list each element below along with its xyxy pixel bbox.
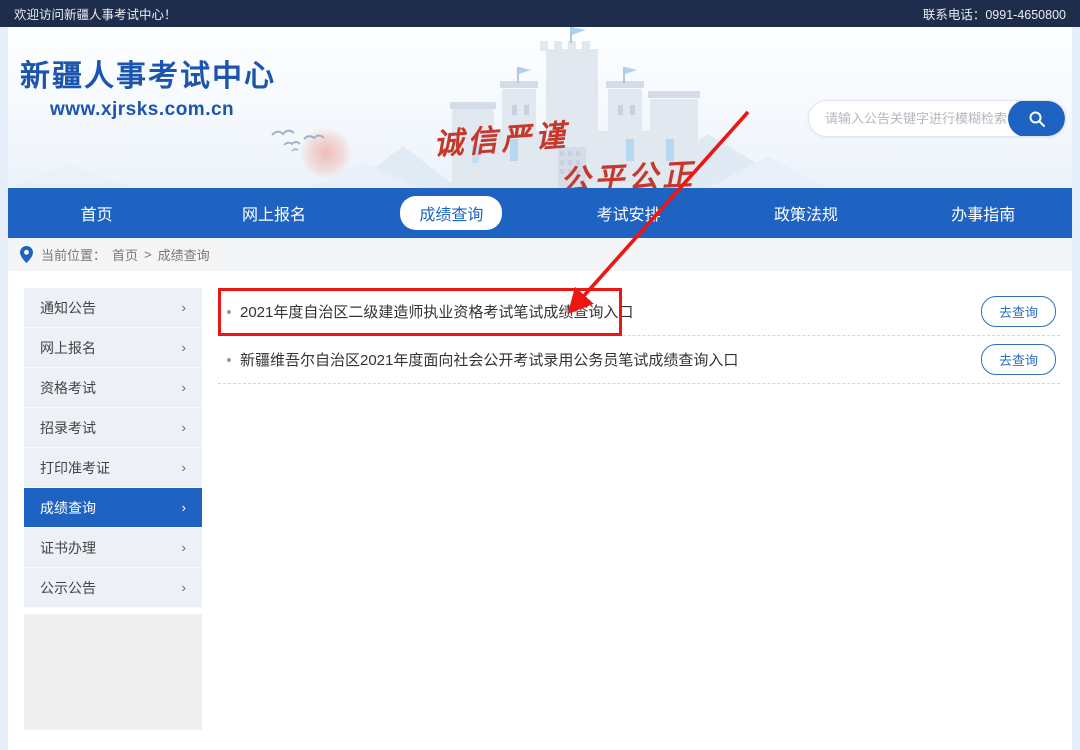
sidebar-item-public-announcements[interactable]: 公示公告 › xyxy=(24,568,202,608)
go-query-button[interactable]: 去查询 xyxy=(981,296,1056,327)
nav-active-pill: 成绩查询 xyxy=(400,196,502,230)
chevron-right-icon: › xyxy=(182,500,186,515)
nav-item-score-inquiry[interactable]: 成绩查询 xyxy=(363,188,540,238)
chevron-right-icon: › xyxy=(182,460,186,475)
nav-item-service-guide[interactable]: 办事指南 xyxy=(895,188,1072,238)
chevron-right-icon: › xyxy=(182,540,186,555)
search-input[interactable] xyxy=(809,111,1008,126)
announcement-link-erjian[interactable]: 2021年度自治区二级建造师执业资格考试笔试成绩查询入口 xyxy=(240,301,633,322)
birds-icon xyxy=(270,117,340,157)
breadcrumb-separator: > xyxy=(144,247,152,262)
nav-item-online-registration[interactable]: 网上报名 xyxy=(185,188,362,238)
site-header: 新疆人事考试中心 www.xjrsks.com.cn 诚信严谨 公平公正 xyxy=(8,27,1072,188)
sidebar-filler xyxy=(24,614,202,730)
chevron-right-icon: › xyxy=(182,340,186,355)
slogan-right: 公平公正 xyxy=(559,149,697,188)
breadcrumb-current: 成绩查询 xyxy=(158,245,210,264)
bullet-icon xyxy=(227,358,231,362)
sidebar-item-recruitment-exams[interactable]: 招录考试 › xyxy=(24,408,202,448)
sidebar-item-notices[interactable]: 通知公告 › xyxy=(24,288,202,328)
breadcrumb-home[interactable]: 首页 xyxy=(112,245,138,264)
chevron-right-icon: › xyxy=(182,420,186,435)
chevron-right-icon: › xyxy=(182,300,186,315)
search-button[interactable] xyxy=(1008,100,1065,137)
sidebar-item-print-admission-ticket[interactable]: 打印准考证 › xyxy=(24,448,202,488)
main-nav: 首页 网上报名 成绩查询 考试安排 政策法规 办事指南 xyxy=(8,188,1072,238)
breadcrumb: 当前位置： 首页 > 成绩查询 xyxy=(8,238,1072,271)
announcement-link-civil-servant[interactable]: 新疆维吾尔自治区2021年度面向社会公开考试录用公务员笔试成绩查询入口 xyxy=(240,349,738,370)
list-item: 2021年度自治区二级建造师执业资格考试笔试成绩查询入口 去查询 xyxy=(218,288,1060,336)
search-bar xyxy=(808,100,1066,137)
welcome-text: 欢迎访问新疆人事考试中心！ xyxy=(14,4,177,23)
top-info-bar: 欢迎访问新疆人事考试中心！ 联系电话：0991-4650800 xyxy=(0,0,1080,27)
nav-item-home[interactable]: 首页 xyxy=(8,188,185,238)
announcement-list: 2021年度自治区二级建造师执业资格考试笔试成绩查询入口 去查询 新疆维吾尔自治… xyxy=(218,288,1060,730)
nav-item-exam-schedule[interactable]: 考试安排 xyxy=(540,188,717,238)
breadcrumb-label: 当前位置： xyxy=(41,245,106,264)
search-icon xyxy=(1028,110,1046,128)
page-container: 新疆人事考试中心 www.xjrsks.com.cn 诚信严谨 公平公正 xyxy=(8,27,1072,750)
bullet-icon xyxy=(227,310,231,314)
location-pin-icon xyxy=(20,246,33,263)
sidebar-item-certificate-services[interactable]: 证书办理 › xyxy=(24,528,202,568)
list-item: 新疆维吾尔自治区2021年度面向社会公开考试录用公务员笔试成绩查询入口 去查询 xyxy=(218,336,1060,384)
nav-item-policies[interactable]: 政策法规 xyxy=(717,188,894,238)
site-logo[interactable]: 新疆人事考试中心 www.xjrsks.com.cn xyxy=(20,51,276,121)
sidebar-menu: 通知公告 › 网上报名 › 资格考试 › 招录考试 › 打印准考证 › 成绩查询… xyxy=(24,288,202,730)
site-url: www.xjrsks.com.cn xyxy=(50,99,276,121)
sidebar-item-score-inquiry[interactable]: 成绩查询 › xyxy=(24,488,202,528)
content-area: 通知公告 › 网上报名 › 资格考试 › 招录考试 › 打印准考证 › 成绩查询… xyxy=(8,271,1072,730)
chevron-right-icon: › xyxy=(182,580,186,595)
sidebar-item-online-registration[interactable]: 网上报名 › xyxy=(24,328,202,368)
site-title: 新疆人事考试中心 xyxy=(20,51,276,95)
sidebar-item-qualification-exams[interactable]: 资格考试 › xyxy=(24,368,202,408)
go-query-button[interactable]: 去查询 xyxy=(981,344,1056,375)
contact-phone: 联系电话：0991-4650800 xyxy=(923,4,1066,23)
chevron-right-icon: › xyxy=(182,380,186,395)
